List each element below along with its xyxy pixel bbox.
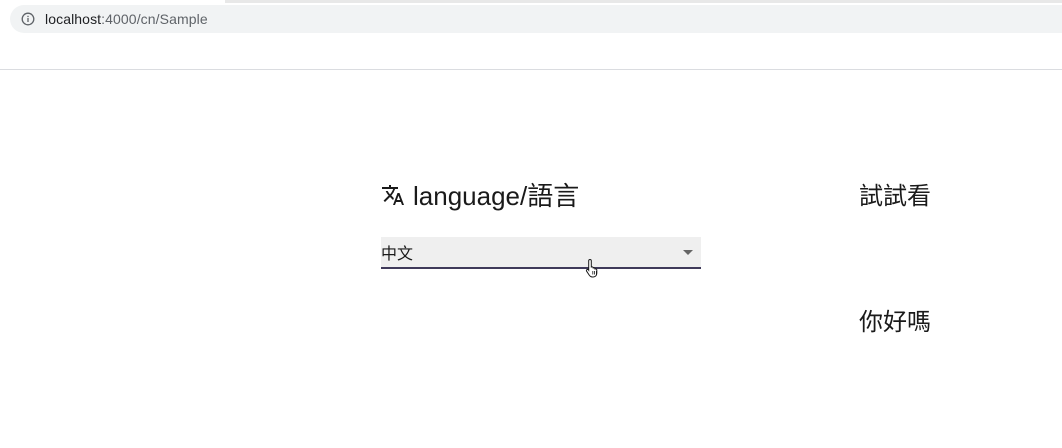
url-path: :4000/cn/Sample: [101, 11, 208, 27]
url-host: localhost: [45, 11, 102, 27]
dropdown-arrow-icon[interactable]: [683, 249, 693, 255]
language-heading: language/語言: [381, 176, 579, 213]
hand-pointer-cursor-icon: [585, 258, 598, 278]
url-text[interactable]: localhost:4000/cn/Sample: [45, 11, 208, 27]
page-content: language/語言 中文 試試看 你好嗎: [0, 70, 1062, 448]
language-select[interactable]: 中文: [381, 237, 701, 269]
address-bar[interactable]: localhost:4000/cn/Sample: [10, 5, 1062, 33]
try-it-text: 試試看: [859, 183, 931, 210]
info-icon[interactable]: [21, 12, 35, 26]
language-select-value[interactable]: 中文: [381, 240, 683, 264]
tab-strip-edge: [225, 0, 1062, 3]
greeting-text: 你好嗎: [859, 309, 931, 336]
browser-toolbar: localhost:4000/cn/Sample: [0, 0, 1062, 70]
translate-icon: [381, 183, 405, 207]
language-title: language/語言: [413, 181, 580, 211]
